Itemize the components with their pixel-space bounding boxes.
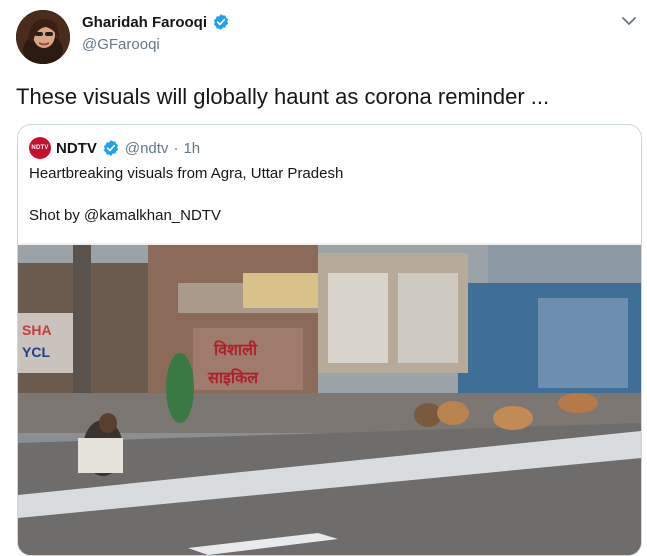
quoted-text-line-2: Shot by @kamalkhan_NDTV bbox=[29, 207, 221, 224]
quoted-text-line-1: Heartbreaking visuals from Agra, Uttar P… bbox=[29, 165, 344, 182]
shop-sign-text-2: साइकिल bbox=[207, 368, 259, 387]
shop-sign-text-1: विशाली bbox=[213, 340, 258, 359]
author-handle: @GFarooqi bbox=[82, 36, 160, 53]
chevron-down-icon[interactable] bbox=[620, 14, 638, 28]
video-media[interactable]: SHA YCL विशाली साइकिल bbox=[18, 243, 641, 555]
meta-separator: · bbox=[173, 139, 179, 157]
quoted-header: NDTV NDTV @ndtv · 1h bbox=[29, 137, 200, 159]
quoted-author-handle: @ndtv bbox=[124, 139, 169, 157]
verified-badge-icon bbox=[103, 140, 118, 156]
avatar-image bbox=[16, 10, 70, 64]
author-name[interactable]: Gharidah Farooqi bbox=[82, 14, 207, 31]
quoted-timestamp[interactable]: 1h bbox=[183, 140, 200, 157]
video-still-image: SHA YCL विशाली साइकिल bbox=[18, 243, 641, 555]
avatar[interactable] bbox=[16, 10, 70, 64]
quoted-author-name[interactable]: NDTV bbox=[56, 140, 97, 157]
tweet-text: These visuals will globally haunt as cor… bbox=[16, 84, 550, 109]
verified-badge-icon bbox=[213, 14, 229, 30]
svg-text:YCL: YCL bbox=[22, 344, 50, 360]
quoted-tweet[interactable]: NDTV NDTV @ndtv · 1h Heartbreaking visua… bbox=[17, 124, 642, 556]
tweet-author[interactable]: Gharidah Farooqi @GFarooqi bbox=[82, 13, 230, 53]
ndtv-logo: NDTV bbox=[29, 137, 51, 159]
svg-text:SHA: SHA bbox=[22, 322, 52, 338]
